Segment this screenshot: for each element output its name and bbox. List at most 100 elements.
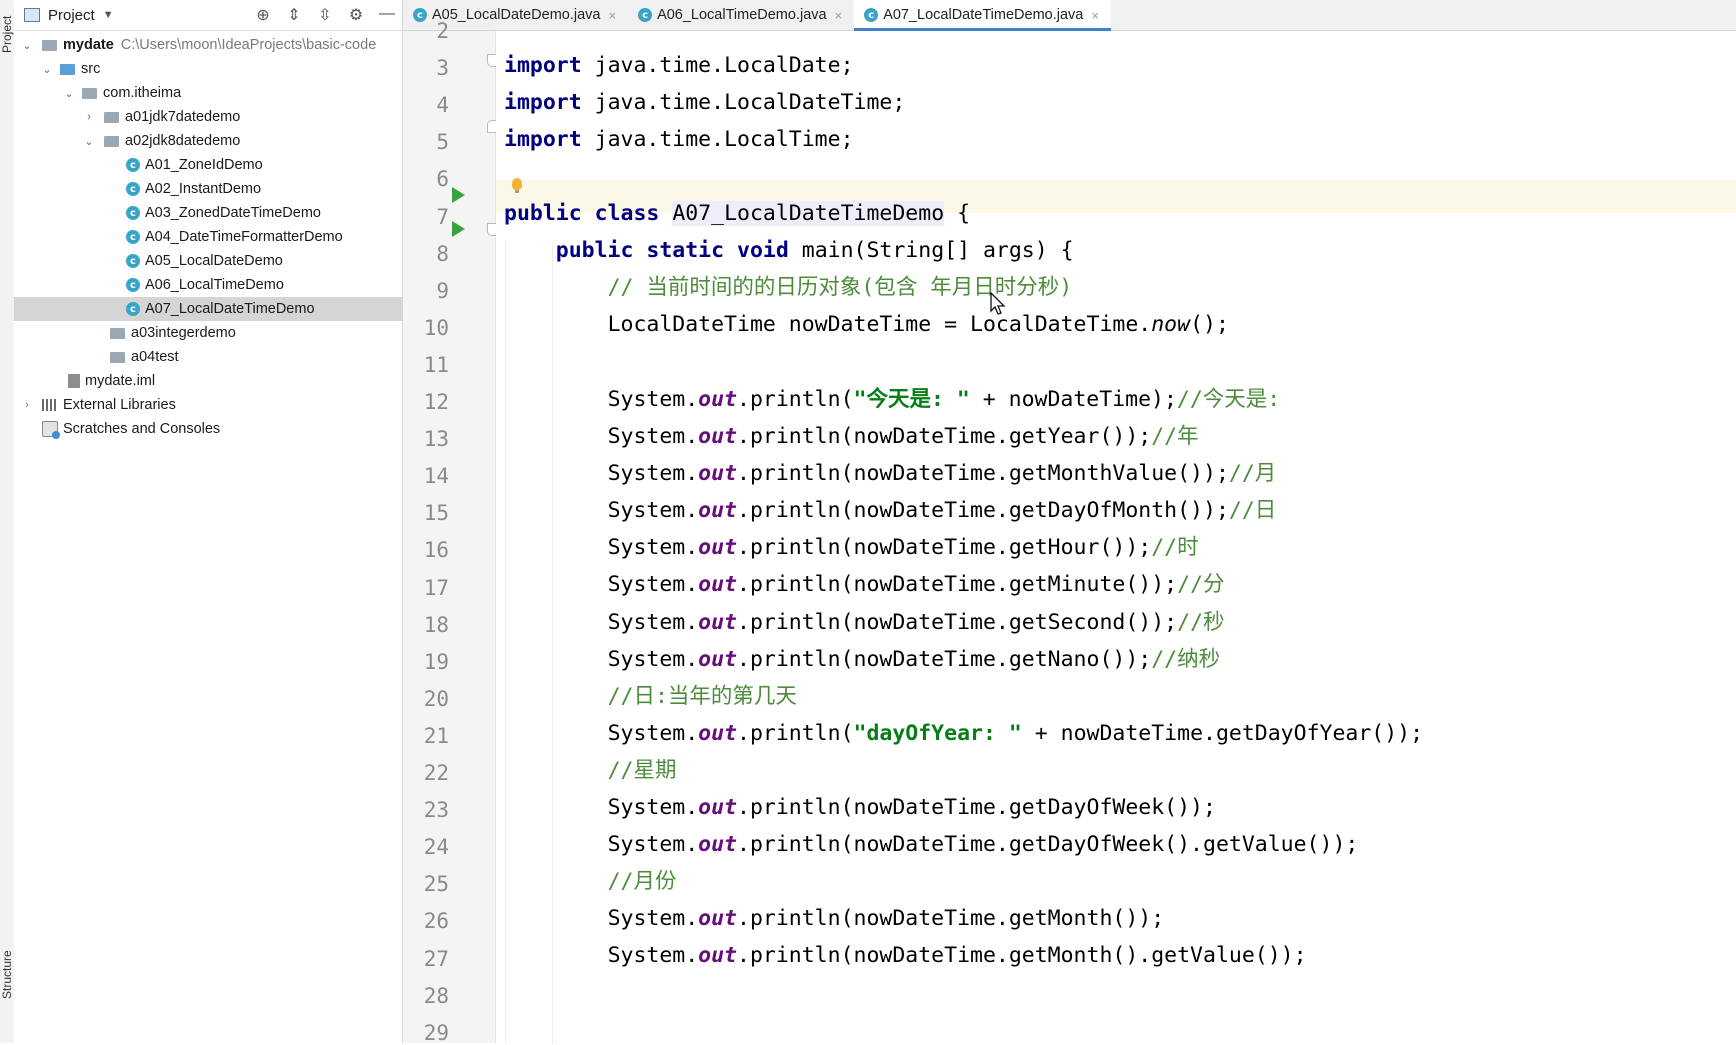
run-main-icon[interactable] xyxy=(452,221,465,237)
code-comment: //星期 xyxy=(607,757,677,783)
code-text: .println(nowDateTime.getDayOfWeek()); xyxy=(737,795,1216,820)
line-number: 14 xyxy=(423,464,449,489)
chevron-right-icon[interactable]: › xyxy=(20,399,34,411)
code-text: System. xyxy=(607,535,699,561)
code-comment: //月 xyxy=(1228,461,1277,487)
locate-file-icon[interactable]: ⊕ xyxy=(254,5,272,25)
close-icon[interactable]: × xyxy=(608,8,616,23)
code-comment: //秒 xyxy=(1177,609,1225,635)
tree-item-label: A05_LocalDateDemo xyxy=(145,253,283,269)
class-icon: c xyxy=(126,230,140,244)
package-icon xyxy=(104,111,119,123)
code-line-19: System.out.println(nowDateTime.getNano()… xyxy=(504,645,1221,675)
line-number: 9 xyxy=(436,278,449,303)
tree-item-class[interactable]: c A03_ZonedDateTimeDemo xyxy=(14,201,402,225)
chevron-down-icon[interactable]: ⌄ xyxy=(40,63,54,76)
class-icon: c xyxy=(126,158,140,172)
tree-item-mydate[interactable]: ⌄ mydate C:\Users\moon\IdeaProjects\basi… xyxy=(14,33,402,57)
line-number: 26 xyxy=(423,909,449,934)
tab-label: A06_LocalTimeDemo.java xyxy=(657,7,827,23)
code-line-24: System.out.println(nowDateTime.getDayOfW… xyxy=(504,830,1359,860)
editor-gutter[interactable]: 2 3 4 5 6 7 8 9 10 11 12 13 14 15 16 17 18 19 20 21 22 23 24 25… xyxy=(403,19,496,1045)
tree-item-class[interactable]: c A02_InstantDemo xyxy=(14,177,402,201)
class-name: A07_LocalDateTimeDemo xyxy=(672,201,945,226)
code-text: .println(nowDateTime.getMonth()); xyxy=(737,906,1165,932)
code-line-20: //日:当年的第几天 xyxy=(504,682,797,712)
code-text: .println(nowDateTime.getDayOfMonth()); xyxy=(737,498,1229,524)
code-line-10: LocalDateTime nowDateTime = LocalDateTim… xyxy=(504,310,1229,340)
code-line-16: System.out.println(nowDateTime.getHour()… xyxy=(504,533,1199,563)
code-text: .println( xyxy=(737,386,854,412)
run-class-icon[interactable] xyxy=(452,187,465,203)
code-line-22: //星期 xyxy=(504,756,677,786)
code-text: .println(nowDateTime.getMinute()); xyxy=(737,572,1178,598)
collapse-all-icon[interactable]: ⇳ xyxy=(316,5,334,25)
tree-item-class[interactable]: c A05_LocalDateDemo xyxy=(14,249,402,273)
tree-item-class[interactable]: c A06_LocalTimeDemo xyxy=(14,273,402,297)
chevron-right-icon[interactable]: › xyxy=(82,111,96,123)
close-icon[interactable]: × xyxy=(1091,8,1099,23)
chevron-down-icon[interactable]: ⌄ xyxy=(20,39,34,52)
tree-item-external-libraries[interactable]: › External Libraries xyxy=(14,393,402,417)
tree-item-class[interactable]: c A04_DateTimeFormatterDemo xyxy=(14,225,402,249)
line-number: 2 xyxy=(436,19,449,43)
line-number: 17 xyxy=(423,575,449,600)
code-text: main(String[] args) { xyxy=(788,238,1074,263)
project-panel-title[interactable]: Project xyxy=(48,7,95,24)
tree-item-a02jdk8datedemo[interactable]: ⌄ a02jdk8datedemo xyxy=(14,129,402,153)
tab-a06-localtimedemo[interactable]: c A06_LocalTimeDemo.java × xyxy=(628,0,854,30)
line-number: 20 xyxy=(423,686,449,711)
code-line-27: System.out.println(nowDateTime.getMonth(… xyxy=(504,941,1307,971)
line-number: 29 xyxy=(423,1020,449,1045)
tree-item-class-selected[interactable]: c A07_LocalDateTimeDemo xyxy=(14,297,402,321)
tree-item-src[interactable]: ⌄ src xyxy=(14,57,402,81)
code-comment: //纳秒 xyxy=(1151,646,1221,672)
tree-item-label: A02_InstantDemo xyxy=(145,181,262,197)
tree-item-com-itheima[interactable]: ⌄ com.itheima xyxy=(14,81,402,105)
chevron-down-icon[interactable]: ⌄ xyxy=(82,135,96,148)
line-number: 23 xyxy=(423,798,449,823)
tree-item-scratches[interactable]: Scratches and Consoles xyxy=(14,417,402,441)
tree-item-a04test[interactable]: a04test xyxy=(14,345,402,369)
class-icon: c xyxy=(638,8,653,22)
package-icon xyxy=(104,135,119,147)
tab-label: A05_LocalDateDemo.java xyxy=(432,7,601,23)
static-field: out xyxy=(698,572,738,598)
gear-icon[interactable]: ⚙ xyxy=(347,5,365,25)
line-number: 11 xyxy=(423,352,449,377)
line-number: 24 xyxy=(423,835,449,860)
code-text: System. xyxy=(607,386,699,412)
keyword: import xyxy=(504,53,582,78)
keyword: import xyxy=(504,127,582,152)
tree-item-label: a04test xyxy=(131,349,179,365)
tree-item-a03integerdemo[interactable]: a03integerdemo xyxy=(14,321,402,345)
static-field: out xyxy=(698,498,738,524)
code-text: + nowDateTime); xyxy=(969,386,1177,412)
structure-tool-tab[interactable]: Structure xyxy=(0,930,14,1020)
hide-panel-icon[interactable]: — xyxy=(378,5,396,25)
code-text: System. xyxy=(607,943,699,969)
code-line-13: System.out.println(nowDateTime.getYear()… xyxy=(504,422,1199,452)
line-number: 16 xyxy=(423,538,449,563)
tree-item-a01jdk7datedemo[interactable]: › a01jdk7datedemo xyxy=(14,105,402,129)
line-number: 25 xyxy=(423,872,449,897)
expand-all-icon[interactable]: ⇕ xyxy=(285,5,303,25)
code-text: System. xyxy=(607,720,699,746)
editor-tab-bar: c A05_LocalDateDemo.java × c A06_LocalTi… xyxy=(403,0,1736,31)
chevron-down-icon[interactable]: ⌄ xyxy=(62,87,76,100)
tree-item-mydate-iml[interactable]: mydate.iml xyxy=(14,369,402,393)
tree-item-label: a02jdk8datedemo xyxy=(125,133,241,149)
code-line-7: public class A07_LocalDateTimeDemo { xyxy=(504,199,970,229)
keyword: import xyxy=(504,90,582,115)
close-icon[interactable]: × xyxy=(835,8,843,23)
tree-item-class[interactable]: c A01_ZoneIdDemo xyxy=(14,153,402,177)
tab-a07-localdatetimedemo[interactable]: c A07_LocalDateTimeDemo.java × xyxy=(854,0,1111,31)
keyword: public xyxy=(555,238,634,263)
line-number: 5 xyxy=(436,130,449,155)
project-tool-tab[interactable]: Project xyxy=(0,4,14,64)
line-number: 7 xyxy=(436,204,449,229)
chevron-down-icon[interactable]: ▼ xyxy=(103,9,114,21)
tree-item-label: src xyxy=(81,61,101,77)
module-folder-icon xyxy=(42,39,57,51)
lightbulb-icon[interactable] xyxy=(512,178,522,193)
